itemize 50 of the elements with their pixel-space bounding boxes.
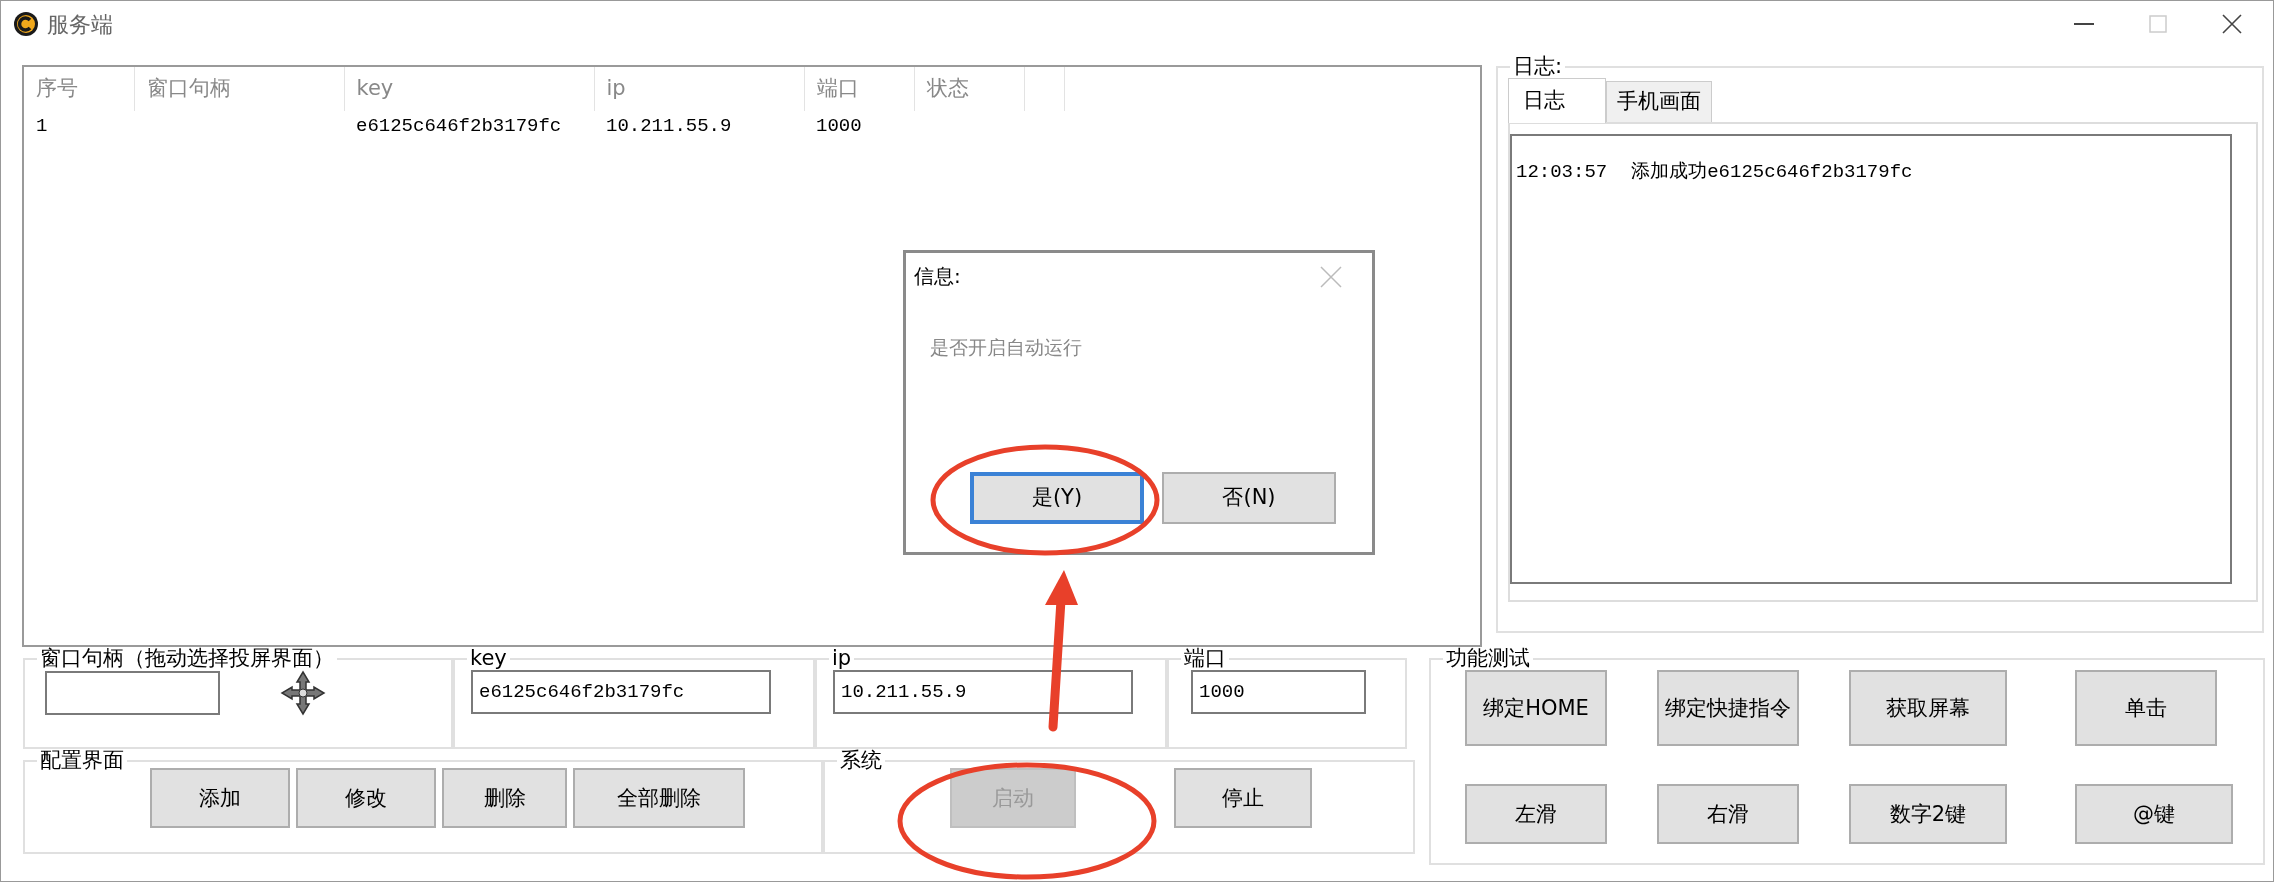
close-icon xyxy=(1320,266,1342,288)
log-message: 添加成功e6125c646f2b3179fc xyxy=(1631,159,1913,185)
dialog-message: 是否开启自动运行 xyxy=(930,335,1083,360)
push-button[interactable]: 右滑 xyxy=(1657,784,1799,845)
push-button[interactable]: 单击 xyxy=(2075,670,2217,747)
table-cell: e6125c646f2b3179fc xyxy=(344,111,594,141)
group-label: 窗口句柄（拖动选择投屏界面） xyxy=(39,647,335,671)
column-header[interactable]: 端口 xyxy=(804,67,914,111)
window-title: 服务端 xyxy=(47,10,113,39)
tab[interactable]: 手机画面 xyxy=(1606,81,1712,122)
table-cell: 1000 xyxy=(804,111,914,141)
push-button[interactable]: @键 xyxy=(2075,784,2233,845)
group-label: 配置界面 xyxy=(39,749,125,773)
push-button[interactable]: 获取屏幕 xyxy=(1849,670,2007,747)
push-button[interactable]: 修改 xyxy=(296,768,436,829)
column-header[interactable]: 状态 xyxy=(914,67,1024,111)
push-button[interactable]: 停止 xyxy=(1174,768,1312,829)
group-label: 端口 xyxy=(1183,647,1227,671)
push-button[interactable]: 数字2键 xyxy=(1849,784,2007,845)
dialog-title: 信息: xyxy=(914,263,961,290)
table-cell: 10.211.55.9 xyxy=(594,111,804,141)
input-field[interactable]: e6125c646f2b3179fc xyxy=(471,670,771,715)
group-label: ip xyxy=(831,647,853,671)
column-header[interactable]: key xyxy=(344,67,594,111)
column-header[interactable]: 序号 xyxy=(24,67,134,111)
input-field[interactable] xyxy=(45,671,220,716)
dialog-button[interactable]: 否(N) xyxy=(1162,471,1336,524)
group-label: key xyxy=(469,647,508,671)
table-cell: 1 xyxy=(24,111,134,141)
column-header[interactable]: ip xyxy=(594,67,804,111)
group-label: 日志: xyxy=(1512,55,1564,79)
column-header[interactable]: 窗口句柄 xyxy=(134,67,344,111)
group-label: 功能测试 xyxy=(1445,647,1531,671)
push-button[interactable]: 删除 xyxy=(442,768,567,829)
push-button[interactable]: 添加 xyxy=(150,768,290,829)
dialog-button[interactable]: 是(Y) xyxy=(970,471,1144,524)
maximize-icon xyxy=(2149,15,2167,33)
group-label: 系统 xyxy=(839,749,883,773)
input-field[interactable]: 10.211.55.9 xyxy=(833,670,1133,715)
push-button[interactable]: 绑定快捷指令 xyxy=(1657,670,1799,747)
move-cursor-icon xyxy=(280,670,326,717)
tab[interactable]: 日志 xyxy=(1508,78,1606,123)
app-logo-icon xyxy=(13,11,39,37)
minimize-icon xyxy=(2074,23,2094,25)
close-icon xyxy=(2222,14,2242,34)
input-field[interactable]: 1000 xyxy=(1191,670,1366,715)
push-button[interactable]: 全部删除 xyxy=(573,768,745,829)
push-button[interactable]: 左滑 xyxy=(1465,784,1607,845)
push-button[interactable]: 绑定HOME xyxy=(1465,670,1607,747)
log-time: 12:03:57 xyxy=(1516,159,1608,185)
